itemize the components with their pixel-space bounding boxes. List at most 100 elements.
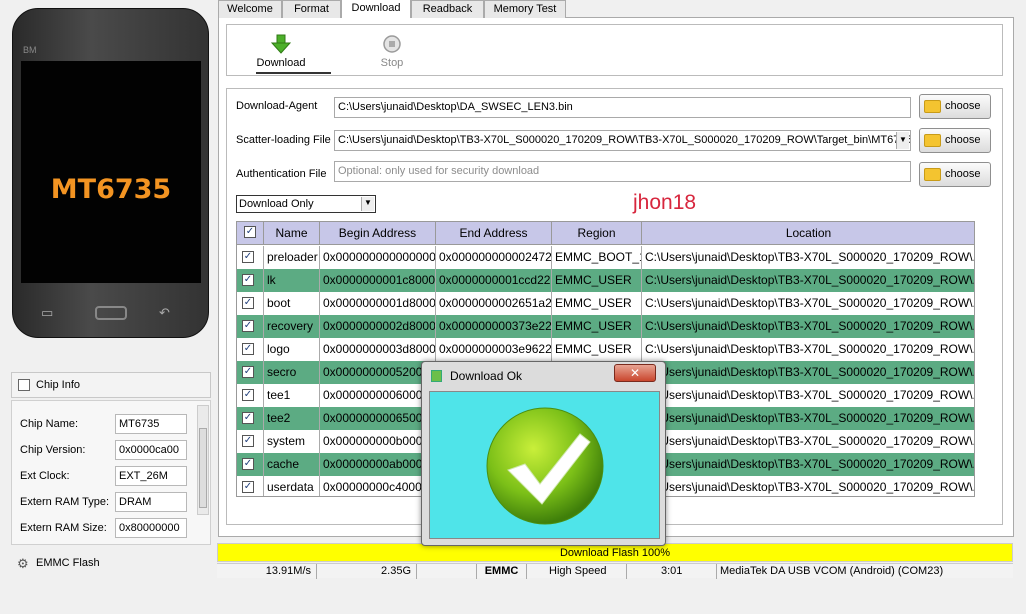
tab-welcome[interactable]: Welcome (218, 0, 282, 18)
download-ok-dialog: Download Ok ✕ (421, 361, 666, 546)
tab-download[interactable]: Download (341, 0, 411, 18)
status-usb-mode: High Speed (527, 564, 627, 579)
watermark-text: jhon18 (633, 191, 697, 214)
dialog-body (429, 391, 660, 539)
row-checkbox[interactable]: ✓ (242, 481, 254, 493)
cell-location: C:\Users\junaid\Desktop\TB3-X70L_S000020… (642, 384, 974, 407)
chip-version-label: Chip Version: (20, 444, 86, 456)
phone-brand: BM (23, 45, 37, 55)
table-row[interactable]: ✓ recovery 0x0000000002d80000 0x00000000037… (237, 315, 974, 338)
cell-checkbox: ✓ (237, 246, 264, 269)
chevron-down-icon[interactable]: ▼ (361, 197, 374, 211)
chip-info-title: Chip Info (36, 379, 81, 391)
cell-name: boot (264, 292, 320, 315)
cell-begin-address: 0x00000000052000 (320, 361, 436, 384)
cell-location: C:\Users\junaid\Desktop\TB3-X70L_S000020… (642, 246, 974, 269)
cell-checkbox: ✓ (237, 338, 264, 361)
chip-info-scrollbar[interactable] (197, 405, 209, 515)
phone-image: BM MT6735 ▭ ↶ (12, 8, 209, 338)
chip-name-value: MT6735 (115, 414, 187, 434)
column-header-name[interactable]: Name (264, 222, 320, 245)
cell-checkbox: ✓ (237, 292, 264, 315)
cell-region: EMMC_USER (552, 292, 642, 315)
home-button-icon (95, 306, 127, 320)
dialog-app-icon (431, 370, 442, 382)
cell-name: logo (264, 338, 320, 361)
cell-name: userdata (264, 476, 320, 496)
cell-end-address: 0x0000000003e9622b (436, 338, 552, 361)
cell-region: EMMC_BOOT_1 (552, 246, 642, 269)
table-row[interactable]: ✓ boot 0x0000000001d80000 0x0000000002651a2… (237, 292, 974, 315)
stop-button[interactable]: Stop (370, 34, 414, 69)
ram-type-value: DRAM (115, 492, 187, 512)
cell-begin-address: 0x000000000600000 (320, 384, 436, 407)
status-bar: 13.91M/s 2.35G EMMC High Speed 3:01 Medi… (217, 563, 1013, 579)
scatter-file-combo[interactable]: C:\Users\junaid\Desktop\TB3-X70L_S000020… (334, 130, 911, 151)
choose-label: choose (945, 168, 981, 180)
column-header-region[interactable]: Region (552, 222, 642, 245)
download-button[interactable]: Download (256, 34, 306, 69)
column-header-location[interactable]: Location (642, 222, 974, 245)
folder-icon (924, 168, 941, 181)
row-checkbox[interactable]: ✓ (242, 389, 254, 401)
column-header-end[interactable]: End Address (436, 222, 552, 245)
cell-region: EMMC_USER (552, 315, 642, 338)
stop-label: Stop (380, 57, 404, 69)
row-checkbox[interactable]: ✓ (242, 251, 254, 263)
cell-begin-address: 0x0000000001d80000 (320, 292, 436, 315)
status-storage: EMMC (477, 564, 527, 579)
gear-icon: ⚙ (17, 556, 29, 571)
choose-label: choose (945, 100, 981, 112)
scrollbar-thumb[interactable] (199, 428, 207, 508)
row-checkbox[interactable]: ✓ (242, 274, 254, 286)
success-check-icon (486, 407, 604, 525)
download-mode-value: Download Only (239, 198, 314, 210)
cell-end-address: 0x0000000002651a2b (436, 292, 552, 315)
ram-size-label: Extern RAM Size: (20, 522, 107, 534)
cell-region: EMMC_USER (552, 338, 642, 361)
row-checkbox[interactable]: ✓ (242, 366, 254, 378)
tab-memory-test[interactable]: Memory Test (484, 0, 566, 18)
row-checkbox[interactable]: ✓ (242, 458, 254, 470)
row-checkbox[interactable]: ✓ (242, 435, 254, 447)
status-size: 2.35G (317, 564, 417, 579)
tab-format[interactable]: Format (282, 0, 341, 18)
table-row[interactable]: ✓ logo 0x0000000003d80000 0x0000000003e9622… (237, 338, 974, 361)
row-checkbox[interactable]: ✓ (242, 297, 254, 309)
cell-checkbox: ✓ (237, 430, 264, 453)
download-agent-input[interactable]: C:\Users\junaid\Desktop\DA_SWSEC_LEN3.bi… (334, 97, 911, 118)
chip-info-icon (18, 379, 30, 391)
close-button[interactable]: ✕ (614, 364, 656, 382)
chevron-down-icon[interactable]: ▼ (896, 132, 909, 149)
emmc-flash-header[interactable]: ⚙ EMMC Flash (11, 553, 211, 575)
download-mode-select[interactable]: Download Only ▼ (236, 195, 376, 213)
ram-size-value: 0x80000000 (115, 518, 187, 538)
cell-end-address: 0x000000000373e22b (436, 315, 552, 338)
cell-name: system (264, 430, 320, 453)
cell-location: C:\Users\junaid\Desktop\TB3-X70L_S000020… (642, 453, 974, 476)
auth-file-choose-button[interactable]: choose (919, 162, 991, 187)
auth-file-input[interactable]: Optional: only used for security downloa… (334, 161, 911, 182)
cell-location: C:\Users\junaid\Desktop\TB3-X70L_S000020… (642, 430, 974, 453)
chip-info-header[interactable]: Chip Info (11, 372, 211, 398)
table-row[interactable]: ✓ lk 0x0000000001c80000 0x0000000001ccd22b E… (237, 269, 974, 292)
row-checkbox[interactable]: ✓ (242, 343, 254, 355)
cell-begin-address: 0x00000000c40000 (320, 476, 436, 496)
download-arrow-icon (270, 34, 292, 54)
row-checkbox[interactable]: ✓ (242, 412, 254, 424)
download-agent-choose-button[interactable]: choose (919, 94, 991, 119)
ext-clock-label: Ext Clock: (20, 470, 70, 482)
choose-label: choose (945, 134, 981, 146)
row-checkbox[interactable]: ✓ (242, 320, 254, 332)
status-empty (417, 564, 477, 579)
tab-readback[interactable]: Readback (411, 0, 484, 18)
column-header-begin[interactable]: Begin Address (320, 222, 436, 245)
scatter-file-choose-button[interactable]: choose (919, 128, 991, 153)
select-all-checkbox[interactable]: ✓ (244, 226, 256, 238)
chip-version-value: 0x0000ca00 (115, 440, 187, 460)
cell-end-address: 0x0000000001ccd22b (436, 269, 552, 292)
select-all-header[interactable]: ✓ (237, 222, 264, 245)
table-row[interactable]: ✓ preloader 0x0000000000000000 0x0000000000… (237, 246, 974, 269)
status-time: 3:01 (627, 564, 717, 579)
cell-location: C:\Users\junaid\Desktop\TB3-X70L_S000020… (642, 315, 974, 338)
